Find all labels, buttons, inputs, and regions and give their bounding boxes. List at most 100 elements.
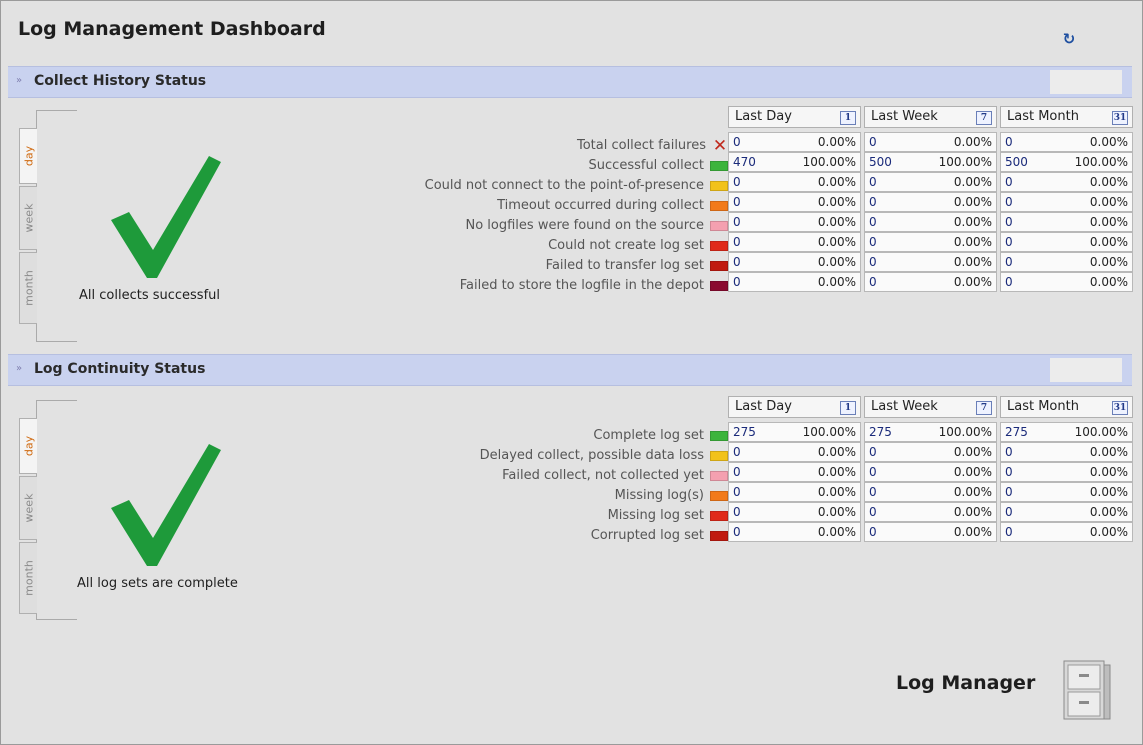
table-cell: 275 100.00% — [864, 422, 997, 442]
row-label-text: Complete log set — [593, 428, 704, 443]
cell-percent: 100.00% — [938, 425, 992, 439]
cell-count: 0 — [1005, 255, 1013, 269]
cell-percent: 0.00% — [817, 505, 856, 519]
period-header[interactable]: Last Week 7 — [864, 106, 997, 128]
cell-count: 0 — [869, 175, 877, 189]
table-cell: 0 0.00% — [728, 132, 861, 152]
table-cell: 0 0.00% — [728, 462, 861, 482]
cell-percent: 0.00% — [1089, 175, 1128, 189]
cell-count: 500 — [869, 155, 892, 169]
cell-count: 0 — [1005, 235, 1013, 249]
cell-count: 0 — [1005, 135, 1013, 149]
table-cell: 0 0.00% — [1000, 442, 1133, 462]
cell-percent: 0.00% — [817, 525, 856, 539]
cell-count: 275 — [869, 425, 892, 439]
row-label-text: Failed collect, not collected yet — [502, 468, 704, 483]
cell-count: 0 — [869, 525, 877, 539]
section-title: Collect History Status — [34, 73, 207, 89]
row-label: No logfiles were found on the source — [465, 216, 728, 236]
section-title: Log Continuity Status — [34, 361, 206, 377]
table-cell: 0 0.00% — [728, 502, 861, 522]
period-label: Last Week — [871, 399, 938, 414]
cell-percent: 0.00% — [817, 215, 856, 229]
table-cell: 0 0.00% — [864, 272, 997, 292]
period-header[interactable]: Last Month 31 — [1000, 396, 1133, 418]
row-label: Successful collect — [589, 156, 728, 176]
table-cell: 0 0.00% — [1000, 232, 1133, 252]
cell-percent: 0.00% — [953, 215, 992, 229]
table-cell: 0 0.00% — [1000, 522, 1133, 542]
table-cell: 0 0.00% — [1000, 462, 1133, 482]
row-label-text: No logfiles were found on the source — [465, 218, 704, 233]
cell-count: 275 — [733, 425, 756, 439]
table-cell: 0 0.00% — [864, 252, 997, 272]
cell-percent: 100.00% — [1074, 155, 1128, 169]
cell-percent: 0.00% — [817, 175, 856, 189]
cell-count: 0 — [733, 255, 741, 269]
period-label: Last Month — [1007, 109, 1079, 124]
cell-count: 470 — [733, 155, 756, 169]
table-cell: 0 0.00% — [728, 212, 861, 232]
cell-count: 275 — [1005, 425, 1028, 439]
tab-month[interactable]: month — [19, 252, 37, 324]
legend-swatch — [710, 261, 728, 271]
continuity-status-message: All log sets are complete — [77, 576, 238, 591]
cell-percent: 0.00% — [953, 195, 992, 209]
row-label-text: Missing log set — [607, 508, 704, 523]
cell-percent: 100.00% — [802, 425, 856, 439]
cell-count: 0 — [869, 445, 877, 459]
table-cell: 0 0.00% — [864, 462, 997, 482]
row-label: Complete log set — [593, 426, 728, 446]
tab-month[interactable]: month — [19, 542, 37, 614]
table-cell: 0 0.00% — [728, 172, 861, 192]
collect-tab-panel: day week month All collects successful — [19, 110, 361, 342]
cell-count: 0 — [733, 465, 741, 479]
cell-count: 0 — [1005, 525, 1013, 539]
cell-percent: 0.00% — [817, 195, 856, 209]
cell-count: 0 — [733, 445, 741, 459]
tab-week[interactable]: week — [19, 476, 37, 540]
cell-count: 0 — [869, 505, 877, 519]
period-header[interactable]: Last Month 31 — [1000, 106, 1133, 128]
cell-count: 0 — [733, 505, 741, 519]
tab-day[interactable]: day — [19, 418, 37, 474]
row-label: Failed to transfer log set — [546, 256, 728, 276]
legend-swatch — [710, 181, 728, 191]
cell-percent: 100.00% — [1074, 425, 1128, 439]
cell-percent: 0.00% — [1089, 275, 1128, 289]
tab-week[interactable]: week — [19, 186, 37, 250]
cell-count: 0 — [733, 215, 741, 229]
cell-count: 0 — [733, 195, 741, 209]
cell-count: 0 — [869, 465, 877, 479]
legend-swatch — [710, 531, 728, 541]
cell-count: 0 — [733, 275, 741, 289]
table-cell: 0 0.00% — [1000, 172, 1133, 192]
cell-percent: 0.00% — [817, 445, 856, 459]
chevron-icon[interactable]: » — [16, 75, 22, 86]
period-header[interactable]: Last Day 1 — [728, 396, 861, 418]
row-label: Delayed collect, possible data loss — [480, 446, 728, 466]
cell-count: 0 — [733, 175, 741, 189]
period-header[interactable]: Last Day 1 — [728, 106, 861, 128]
table-cell: 0 0.00% — [864, 192, 997, 212]
refresh-icon[interactable]: ↻ — [1062, 32, 1076, 47]
cell-count: 0 — [869, 235, 877, 249]
table-cell: 0 0.00% — [864, 232, 997, 252]
row-label: Corrupted log set — [591, 526, 728, 546]
legend-swatch — [710, 281, 728, 291]
cell-count: 0 — [1005, 505, 1013, 519]
section-toolbar-box — [1050, 70, 1122, 94]
table-cell: 0 0.00% — [1000, 252, 1133, 272]
period-header[interactable]: Last Week 7 — [864, 396, 997, 418]
cell-percent: 0.00% — [1089, 505, 1128, 519]
cell-count: 0 — [1005, 465, 1013, 479]
calendar-icon: 1 — [840, 111, 856, 125]
chevron-icon[interactable]: » — [16, 363, 22, 374]
table-cell: 0 0.00% — [1000, 502, 1133, 522]
tab-day[interactable]: day — [19, 128, 37, 184]
row-label-text: Corrupted log set — [590, 528, 704, 543]
file-cabinet-icon — [1063, 660, 1111, 720]
cell-percent: 0.00% — [953, 275, 992, 289]
table-cell: 0 0.00% — [728, 442, 861, 462]
period-label: Last Day — [735, 399, 792, 414]
